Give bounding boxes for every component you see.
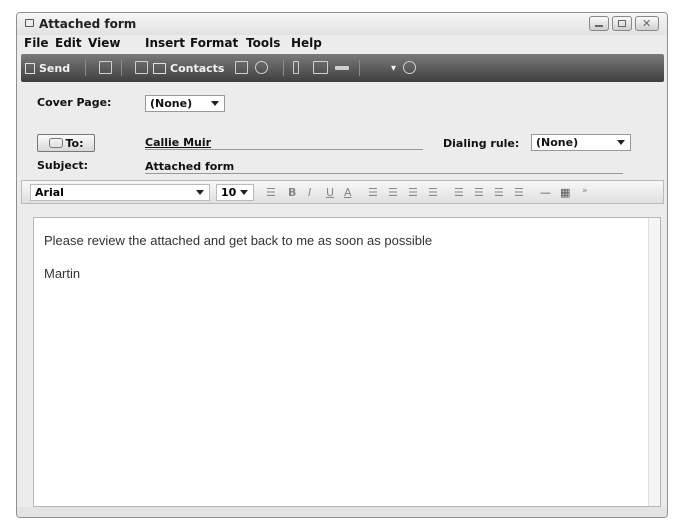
toolbar-separator: [283, 60, 284, 76]
cover-page-icon[interactable]: [255, 61, 268, 74]
toolbar-separator: [359, 60, 360, 76]
toolbar-separator: [121, 60, 122, 76]
menu-help[interactable]: Help: [291, 36, 322, 50]
contacts-button[interactable]: Contacts: [153, 59, 224, 77]
window-controls: ✕: [589, 16, 659, 31]
underline-button[interactable]: U: [326, 186, 334, 199]
status-bar: [17, 507, 667, 517]
dialing-rule-value: (None): [536, 136, 579, 149]
send-button[interactable]: Send: [25, 59, 70, 77]
send-icon: [25, 62, 35, 74]
paragraph-style-icon[interactable]: ☰: [266, 186, 276, 199]
address-book-icon[interactable]: [135, 61, 148, 74]
body-text-line: Please review the attached and get back …: [44, 233, 433, 248]
send-label: Send: [39, 61, 71, 75]
menu-view[interactable]: View: [88, 36, 120, 50]
line-icon[interactable]: [335, 66, 349, 70]
menu-insert[interactable]: Insert: [145, 36, 185, 50]
bullet-list-icon[interactable]: ☰: [388, 186, 398, 199]
scan-icon[interactable]: [293, 61, 299, 74]
menu-bar: File Edit View Insert Format Tools Help: [17, 34, 667, 54]
toolbar-separator: [85, 60, 86, 76]
minimize-icon: [595, 25, 603, 27]
vertical-scrollbar[interactable]: [648, 218, 660, 506]
increase-indent-icon[interactable]: ☰: [428, 186, 438, 199]
align-left-icon[interactable]: ☰: [454, 186, 464, 199]
subject-field[interactable]: Attached form: [145, 160, 623, 174]
chevron-down-icon: [211, 101, 219, 106]
italic-button[interactable]: I: [308, 186, 311, 199]
image-icon[interactable]: [313, 61, 328, 74]
to-button[interactable]: To:: [37, 134, 95, 152]
cover-page-value: (None): [150, 97, 193, 110]
bold-button[interactable]: B: [288, 186, 296, 199]
font-value: Arial: [35, 186, 64, 199]
attach-icon[interactable]: [99, 61, 112, 74]
close-button[interactable]: ✕: [635, 16, 659, 31]
message-body-editor[interactable]: Please review the attached and get back …: [33, 217, 661, 507]
main-toolbar: Send Contacts ▾: [21, 54, 664, 82]
align-center-icon[interactable]: ☰: [474, 186, 484, 199]
subject-label: Subject:: [37, 159, 89, 172]
menu-format[interactable]: Format: [190, 36, 238, 50]
font-size-value: 10: [221, 186, 237, 199]
insert-icon[interactable]: [235, 61, 248, 74]
help-icon[interactable]: [403, 61, 416, 74]
chevron-down-icon: [240, 190, 248, 195]
toolbar-options-icon[interactable]: »: [582, 186, 588, 196]
font-color-button[interactable]: A: [344, 186, 352, 199]
cover-page-select[interactable]: (None): [145, 95, 225, 112]
body-text-signature: Martin: [44, 266, 81, 281]
minimize-button[interactable]: [589, 16, 609, 31]
fax-compose-window: Attached form ✕ File Edit View Insert Fo…: [16, 12, 668, 518]
font-select[interactable]: Arial: [30, 184, 210, 201]
decrease-indent-icon[interactable]: ☰: [408, 186, 418, 199]
close-icon: ✕: [642, 17, 652, 30]
fax-icon: [25, 19, 34, 27]
maximize-icon: [618, 20, 626, 27]
window-title: Attached form: [39, 17, 137, 31]
insert-image-icon[interactable]: ▦: [560, 186, 570, 199]
chevron-down-icon: [617, 140, 625, 145]
chevron-down-icon: [196, 190, 204, 195]
menu-edit[interactable]: Edit: [55, 36, 82, 50]
title-bar[interactable]: Attached form ✕: [17, 13, 667, 35]
horizontal-line-icon[interactable]: —: [540, 186, 551, 199]
justify-icon[interactable]: ☰: [514, 186, 524, 199]
dialing-rule-select[interactable]: (None): [531, 134, 631, 151]
contacts-label: Contacts: [170, 61, 225, 75]
numbered-list-icon[interactable]: ☰: [368, 186, 378, 199]
formatting-toolbar: Arial 10 ☰ B I U A ☰ ☰ ☰ ☰ ☰ ☰ ☰ ☰ — ▦ »: [21, 180, 664, 204]
contacts-icon: [153, 62, 166, 74]
dialing-rule-label: Dialing rule:: [443, 137, 520, 150]
cover-page-label: Cover Page:: [37, 96, 112, 109]
contact-card-icon: [48, 138, 63, 148]
recipient-field[interactable]: Callie Muir: [145, 136, 423, 150]
align-right-icon[interactable]: ☰: [494, 186, 504, 199]
menu-tools[interactable]: Tools: [246, 36, 280, 50]
to-label: To:: [65, 136, 84, 150]
dropdown-chevron-icon[interactable]: ▾: [391, 59, 396, 77]
menu-file[interactable]: File: [24, 36, 49, 50]
font-size-select[interactable]: 10: [216, 184, 254, 201]
maximize-button[interactable]: [612, 16, 632, 31]
message-header: Cover Page: (None) To: Callie Muir Diali…: [21, 86, 664, 176]
